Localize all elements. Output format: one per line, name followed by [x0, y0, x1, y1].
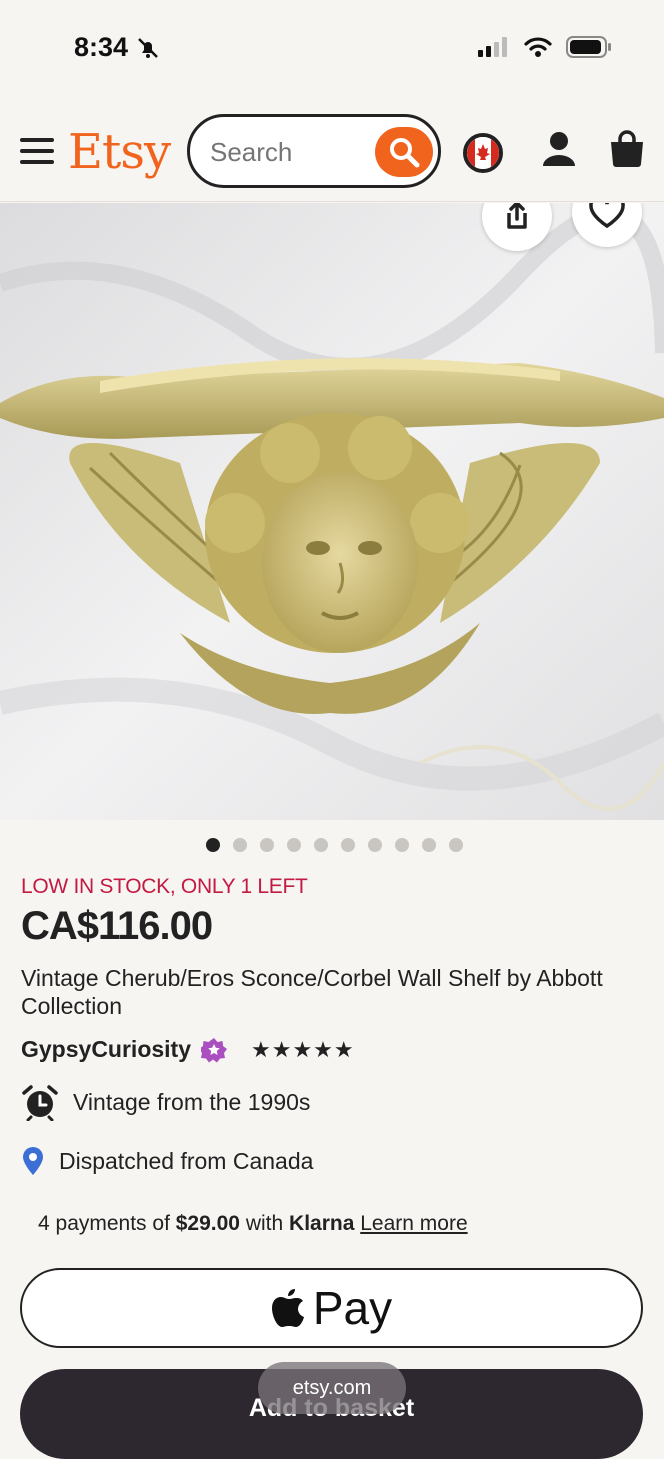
carousel-dot[interactable] — [422, 838, 436, 852]
klarna-payments: 4 payments of $29.00 with Klarna Learn m… — [38, 1212, 468, 1235]
carousel-dot[interactable] — [206, 838, 220, 852]
carousel-dot[interactable] — [368, 838, 382, 852]
search-input[interactable] — [210, 137, 360, 167]
product-title: Vintage Cherub/Eros Sconce/Corbel Wall S… — [21, 965, 603, 1019]
apple-pay-button[interactable]: Pay — [20, 1268, 643, 1348]
search-button[interactable] — [375, 127, 433, 177]
carousel-dot[interactable] — [341, 838, 355, 852]
battery-icon — [566, 36, 611, 58]
alarm-clock-icon — [22, 1085, 58, 1121]
carousel-dot[interactable] — [449, 838, 463, 852]
price: CA$116.00 — [21, 904, 213, 948]
product-image[interactable] — [0, 203, 664, 820]
apple-logo-icon — [271, 1289, 304, 1327]
bag-icon[interactable] — [608, 130, 646, 173]
wifi-icon — [524, 37, 552, 57]
status-time: 8:34 — [74, 32, 160, 63]
canada-flag-icon[interactable] — [463, 133, 503, 173]
klarna-amount: $29.00 — [175, 1212, 240, 1235]
feature-vintage: Vintage from the 1990s — [21, 1083, 310, 1121]
dispatch-text: Dispatched from Canada — [59, 1147, 314, 1174]
klarna-learn-more-link[interactable]: Learn more — [360, 1212, 467, 1235]
image-carousel-dots[interactable] — [0, 838, 664, 856]
menu-icon[interactable] — [20, 138, 54, 164]
status-bar: 8:34 — [0, 0, 664, 100]
share-icon — [507, 203, 527, 229]
apple-pay-label: Pay — [312, 1282, 393, 1334]
feature-dispatch: Dispatched from Canada — [21, 1146, 313, 1176]
carousel-dot[interactable] — [260, 838, 274, 852]
carousel-dot[interactable] — [314, 838, 328, 852]
stock-notice: LOW IN STOCK, ONLY 1 LEFT — [21, 875, 308, 898]
seller-row[interactable]: GypsyCuriosity ★★★★★ — [21, 1036, 355, 1063]
status-icons — [478, 36, 612, 58]
search-bar[interactable] — [187, 114, 441, 188]
account-icon[interactable] — [540, 130, 578, 173]
vintage-text: Vintage from the 1990s — [73, 1088, 311, 1115]
cherub-shelf-illustration — [0, 203, 664, 820]
bell-muted-icon — [138, 37, 158, 58]
carousel-dot[interactable] — [395, 838, 409, 852]
star-seller-badge-icon — [201, 1037, 227, 1062]
rating-stars[interactable]: ★★★★★ — [251, 1037, 355, 1063]
carousel-dot[interactable] — [287, 838, 301, 852]
etsy-logo[interactable]: Etsy — [68, 124, 171, 180]
klarna-brand: Klarna — [289, 1212, 355, 1235]
seller-name[interactable]: GypsyCuriosity — [21, 1036, 191, 1063]
signal-icon — [478, 37, 507, 57]
search-icon — [390, 138, 420, 168]
browser-url-pill[interactable]: etsy.com — [258, 1362, 406, 1414]
heart-icon — [589, 203, 625, 229]
carousel-dot[interactable] — [233, 838, 247, 852]
location-pin-icon — [23, 1147, 43, 1175]
